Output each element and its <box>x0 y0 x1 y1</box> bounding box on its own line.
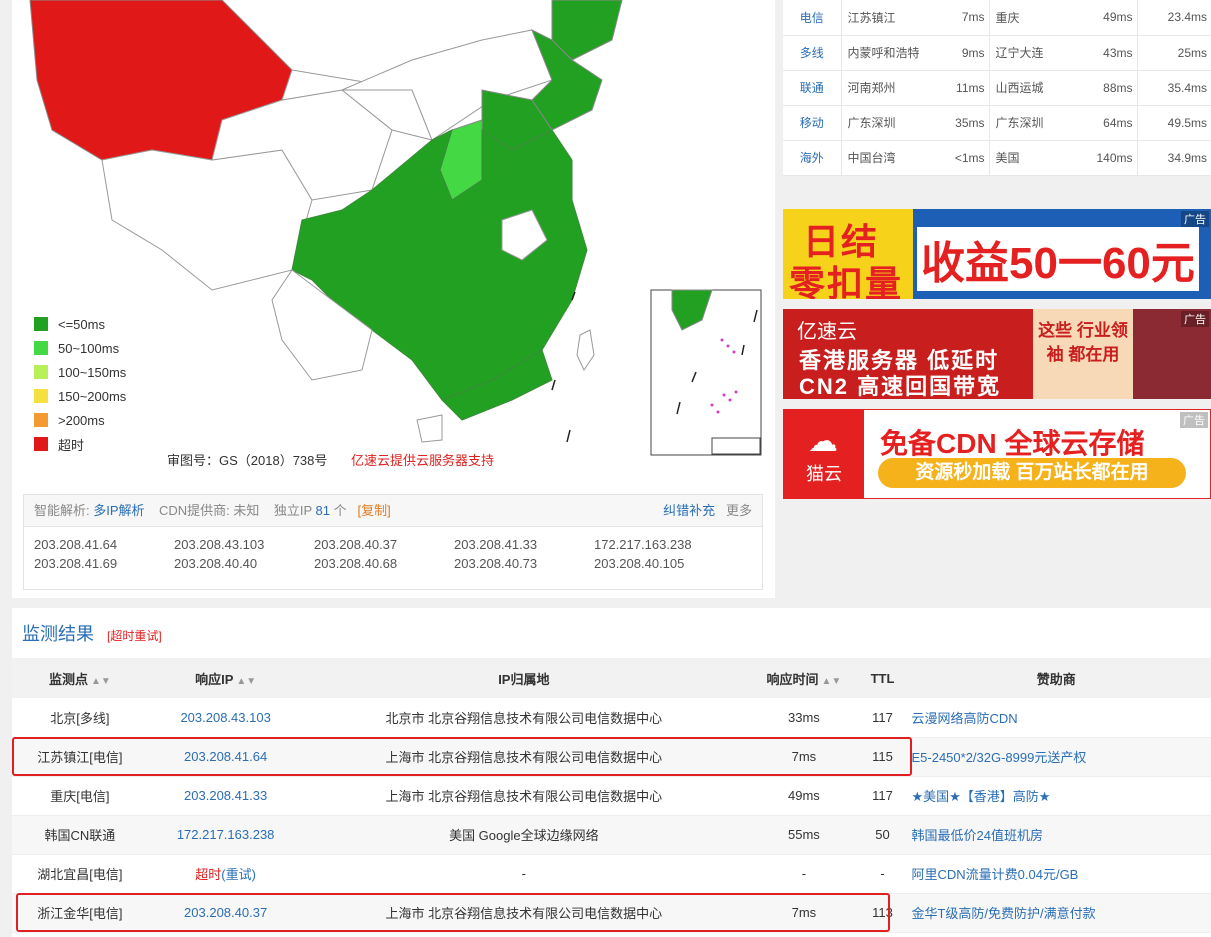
col-time[interactable]: 响应时间 ▲▼ <box>744 658 864 698</box>
report-link[interactable]: 纠错补充 <box>663 503 715 518</box>
isp-name[interactable]: 移动 <box>783 105 842 141</box>
legend-swatch <box>34 341 48 355</box>
ip-link[interactable]: 203.208.43.103 <box>180 710 270 725</box>
maoyun-logo: ☁ 猫云 <box>784 410 864 498</box>
sponsor-link[interactable]: 阿里CDN流量计费0.04元/GB <box>911 867 1078 882</box>
timeout-retry-button[interactable]: [超时重试] <box>107 629 162 643</box>
ip-item: 203.208.43.103 <box>174 537 265 552</box>
table-row: 韩国CN联通 172.217.163.238 美国 Google全球边缘网络 5… <box>12 815 1211 855</box>
results-title: 监测结果 [超时重试] <box>22 624 162 644</box>
ip-info-box: 智能解析: 多IP解析 CDN提供商: 未知 独立IP 81 个 [复制] 纠错… <box>23 494 763 590</box>
map-panel: <=50ms 50~100ms 100~150ms 150~200ms >200… <box>12 0 775 598</box>
table-row: 重庆[电信] 203.208.41.33 上海市 北京谷翔信息技术有限公司电信数… <box>12 776 1211 816</box>
approval-number: 审图号：GS（2018）738号 <box>167 453 328 468</box>
ip-item: 172.217.163.238 <box>594 537 692 552</box>
col-ip[interactable]: 响应IP ▲▼ <box>147 658 304 698</box>
ip-count: 81 <box>315 503 330 518</box>
timeout-label: 超时 <box>195 867 222 882</box>
provider-link[interactable]: 亿速云提供云服务器支持 <box>351 453 494 468</box>
china-map <box>29 0 762 456</box>
ip-link[interactable]: 172.217.163.238 <box>177 827 275 842</box>
isp-name[interactable]: 联通 <box>783 70 842 106</box>
highlight-box <box>12 737 912 776</box>
isp-row: 多线 内蒙呼和浩特 9ms 辽宁大连 43ms 25ms <box>783 35 1211 71</box>
sort-icon: ▲▼ <box>236 675 257 687</box>
legend-item: <=50ms <box>34 312 126 336</box>
col-point[interactable]: 监测点 ▲▼ <box>12 658 148 698</box>
isp-row: 电信 江苏镇江 7ms 重庆 49ms 23.4ms <box>783 0 1211 36</box>
more-link[interactable]: 更多 <box>726 503 752 518</box>
legend-item: 50~100ms <box>34 336 126 360</box>
ip-item: 203.208.40.73 <box>454 556 538 571</box>
ad-tag: 广告 <box>1180 412 1208 428</box>
col-location: IP归属地 <box>303 658 745 698</box>
isp-row: 联通 河南郑州 11ms 山西运城 88ms 35.4ms <box>783 70 1211 106</box>
ad-banner-yisu[interactable]: 亿速云 香港服务器 低延时 CN2 高速回国带宽 这些 行业领袖 都在用 广告 <box>783 309 1211 399</box>
legend-item: 150~200ms <box>34 384 126 408</box>
isp-name[interactable]: 多线 <box>783 35 842 71</box>
legend-item: 100~150ms <box>34 360 126 384</box>
ad-banner-maoyun[interactable]: ☁ 猫云 免备CDN 全球云存储 资源秒加载 百万站长都在用 广告 <box>783 409 1211 499</box>
isp-name[interactable]: 电信 <box>783 0 842 36</box>
ip-item: 203.208.40.40 <box>174 556 258 571</box>
sponsor-link[interactable]: 云漫网络高防CDN <box>911 711 1017 726</box>
legend-swatch <box>34 437 48 451</box>
ip-item: 203.208.40.105 <box>594 556 685 571</box>
ip-link[interactable]: 203.208.41.33 <box>184 788 267 803</box>
cloud-icon: ☁ <box>808 425 838 458</box>
ip-info-header: 智能解析: 多IP解析 CDN提供商: 未知 独立IP 81 个 [复制] 纠错… <box>24 495 762 527</box>
ip-list: 203.208.41.64 203.208.43.103 203.208.40.… <box>24 527 762 571</box>
sort-icon: ▲▼ <box>91 675 111 687</box>
ad-tag: 广告 <box>1181 211 1209 227</box>
map-legend: <=50ms 50~100ms 100~150ms 150~200ms >200… <box>34 312 126 456</box>
retry-link[interactable]: (重试) <box>221 867 256 882</box>
ip-item: 203.208.41.33 <box>454 537 538 552</box>
south-china-sea-inset <box>650 289 762 456</box>
copy-button[interactable]: [复制] <box>357 503 390 518</box>
col-sponsor: 赞助商 <box>901 658 1211 698</box>
results-table: 监测点 ▲▼ 响应IP ▲▼ IP归属地 响应时间 ▲▼ TTL 赞助商 北京[多线]… <box>12 658 1211 933</box>
legend-item: 超时 <box>34 432 126 456</box>
legend-swatch <box>34 317 48 331</box>
sponsor-link[interactable]: E5-2450*2/32G-8999元送产权 <box>911 750 1086 765</box>
ip-item: 203.208.41.69 <box>34 556 118 571</box>
sponsor-link[interactable]: 韩国最低价24值班机房 <box>911 828 1042 843</box>
isp-fastest-table: 电信 江苏镇江 7ms 重庆 49ms 23.4ms 多线 内蒙呼和浩特 9ms 辽宁大连 43m… <box>783 0 1211 176</box>
sponsor-link[interactable]: ★美国★【香港】高防★ <box>911 789 1050 804</box>
ad-banner-daily[interactable]: 日结 零扣量 收益50一60元 广告 <box>783 209 1211 299</box>
sponsor-link[interactable]: 金华T级高防/免费防护/满意付款 <box>911 906 1095 921</box>
legend-swatch <box>34 413 48 427</box>
col-ttl: TTL <box>863 658 902 698</box>
sort-icon: ▲▼ <box>821 675 842 687</box>
legend-swatch <box>34 389 48 403</box>
latency-map: <=50ms 50~100ms 100~150ms 150~200ms >200… <box>12 0 775 480</box>
legend-item: >200ms <box>34 408 126 432</box>
ip-item: 203.208.41.64 <box>34 537 118 552</box>
ad-tag: 广告 <box>1181 311 1209 327</box>
isp-row: 移动 广东深圳 35ms 广东深圳 64ms 49.5ms <box>783 105 1211 141</box>
table-row: 北京[多线] 203.208.43.103 北京市 北京谷翔信息技术有限公司电信… <box>12 698 1211 738</box>
legend-swatch <box>34 365 48 379</box>
table-row: 湖北宜昌[电信] 超时(重试) - - - 阿里CDN流量计费0.04元/GB <box>12 854 1211 894</box>
map-footer: 审图号：GS（2018）738号 亿速云提供云服务器支持 <box>167 450 494 469</box>
highlight-box <box>16 893 890 932</box>
yisu-logo: 亿速云 <box>797 321 857 343</box>
isp-row: 海外 中国台湾 <1ms 美国 140ms 34.9ms <box>783 140 1211 176</box>
multi-ip-link[interactable]: 多IP解析 <box>93 503 144 518</box>
ip-item: 203.208.40.37 <box>314 537 398 552</box>
ip-item: 203.208.40.68 <box>314 556 398 571</box>
isp-name[interactable]: 海外 <box>783 140 842 176</box>
